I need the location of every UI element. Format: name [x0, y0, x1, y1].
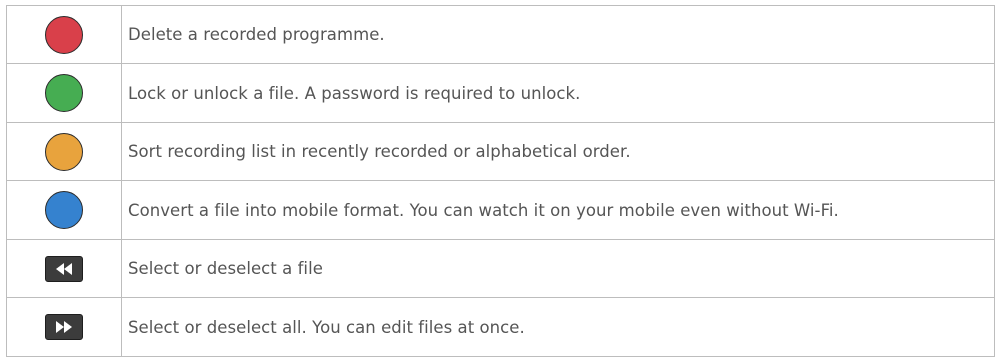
table-row: Sort recording list in recently recorded… — [6, 122, 995, 181]
icon-cell — [6, 239, 122, 298]
description-cell: Convert a file into mobile format. You c… — [121, 180, 995, 240]
table-row: Lock or unlock a file. A password is req… — [6, 63, 995, 123]
description-cell: Select or deselect a file — [121, 239, 995, 298]
icon-cell — [6, 180, 122, 240]
yellow-circle-button-icon — [45, 132, 83, 171]
rewind-key-icon — [45, 255, 83, 282]
icon-cell — [6, 63, 122, 123]
table-row: Delete a recorded programme. — [6, 5, 995, 64]
icon-cell — [6, 5, 122, 64]
button-legend-table: Delete a recorded programme. Lock or unl… — [6, 5, 995, 357]
table-row: Select or deselect a file — [6, 239, 995, 298]
icon-cell — [6, 122, 122, 181]
icon-cell — [6, 297, 122, 357]
description-cell: Delete a recorded programme. — [121, 5, 995, 64]
blue-circle-button-icon — [45, 191, 83, 229]
fast-forward-key-icon — [45, 314, 83, 340]
description-cell: Lock or unlock a file. A password is req… — [121, 63, 995, 123]
green-circle-button-icon — [45, 74, 83, 112]
table-row: Select or deselect all. You can edit fil… — [6, 297, 995, 357]
table-row: Convert a file into mobile format. You c… — [6, 180, 995, 240]
description-cell: Sort recording list in recently recorded… — [121, 122, 995, 181]
red-circle-button-icon — [45, 15, 83, 54]
description-cell: Select or deselect all. You can edit fil… — [121, 297, 995, 357]
